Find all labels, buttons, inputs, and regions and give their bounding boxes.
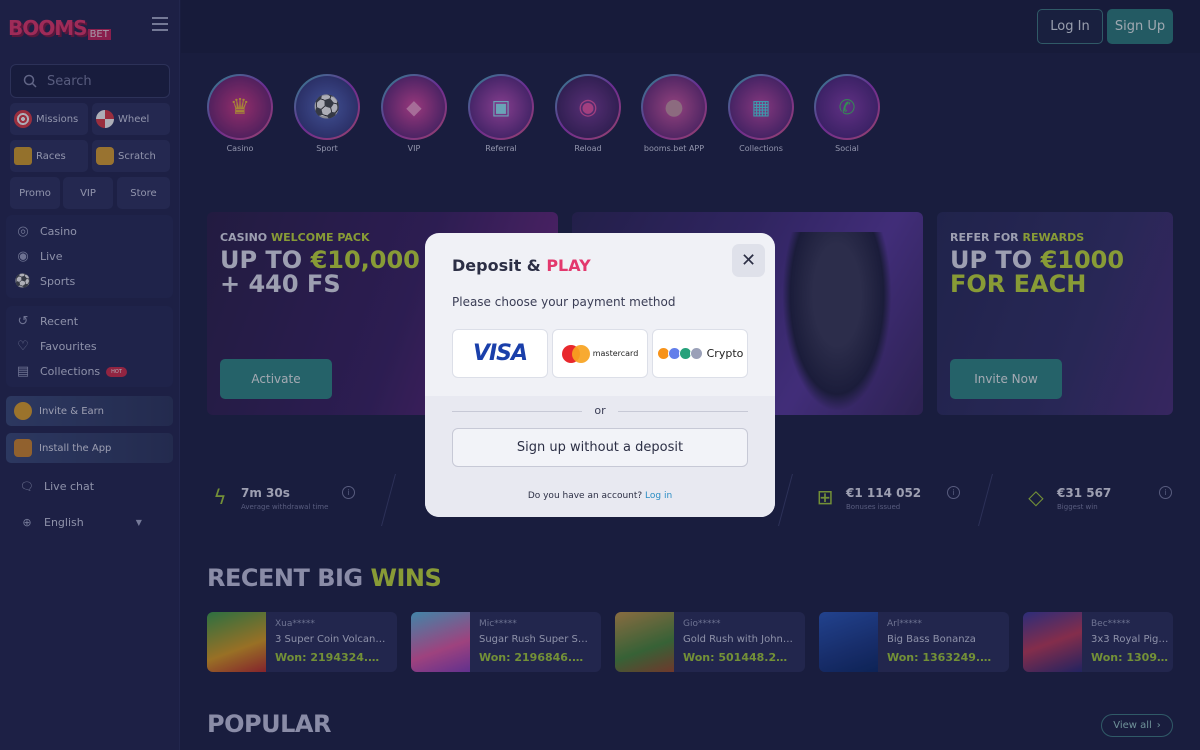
login-link[interactable]: Log in bbox=[645, 491, 672, 501]
modal-title-a: Deposit & bbox=[452, 256, 547, 275]
more-coins-icon bbox=[689, 347, 703, 360]
modal-title: Deposit & PLAY bbox=[452, 256, 591, 275]
signup-without-deposit-button[interactable]: Sign up without a deposit bbox=[452, 428, 748, 467]
visa-logo: VISA bbox=[472, 341, 528, 366]
have-account-text: Do you have an account? Log in bbox=[425, 491, 775, 501]
or-text: or bbox=[594, 404, 606, 417]
visa-option[interactable]: VISA bbox=[452, 329, 548, 378]
close-icon: ✕ bbox=[740, 250, 757, 271]
modal-subtitle: Please choose your payment method bbox=[452, 295, 676, 309]
deposit-modal: Deposit & PLAY ✕ Please choose your paym… bbox=[425, 233, 775, 517]
close-button[interactable]: ✕ bbox=[732, 244, 765, 277]
modal-title-b: PLAY bbox=[546, 256, 591, 275]
have-account-label: Do you have an account? bbox=[527, 491, 643, 501]
modal-lower: or Sign up without a deposit Do you have… bbox=[425, 396, 775, 517]
crypto-text: Crypto bbox=[706, 347, 744, 360]
crypto-logo: Crypto bbox=[656, 347, 744, 360]
mastercard-option[interactable]: mastercard bbox=[552, 329, 648, 378]
mastercard-logo: mastercard bbox=[561, 344, 639, 363]
mastercard-text: mastercard bbox=[592, 349, 639, 358]
crypto-option[interactable]: Crypto bbox=[652, 329, 748, 378]
